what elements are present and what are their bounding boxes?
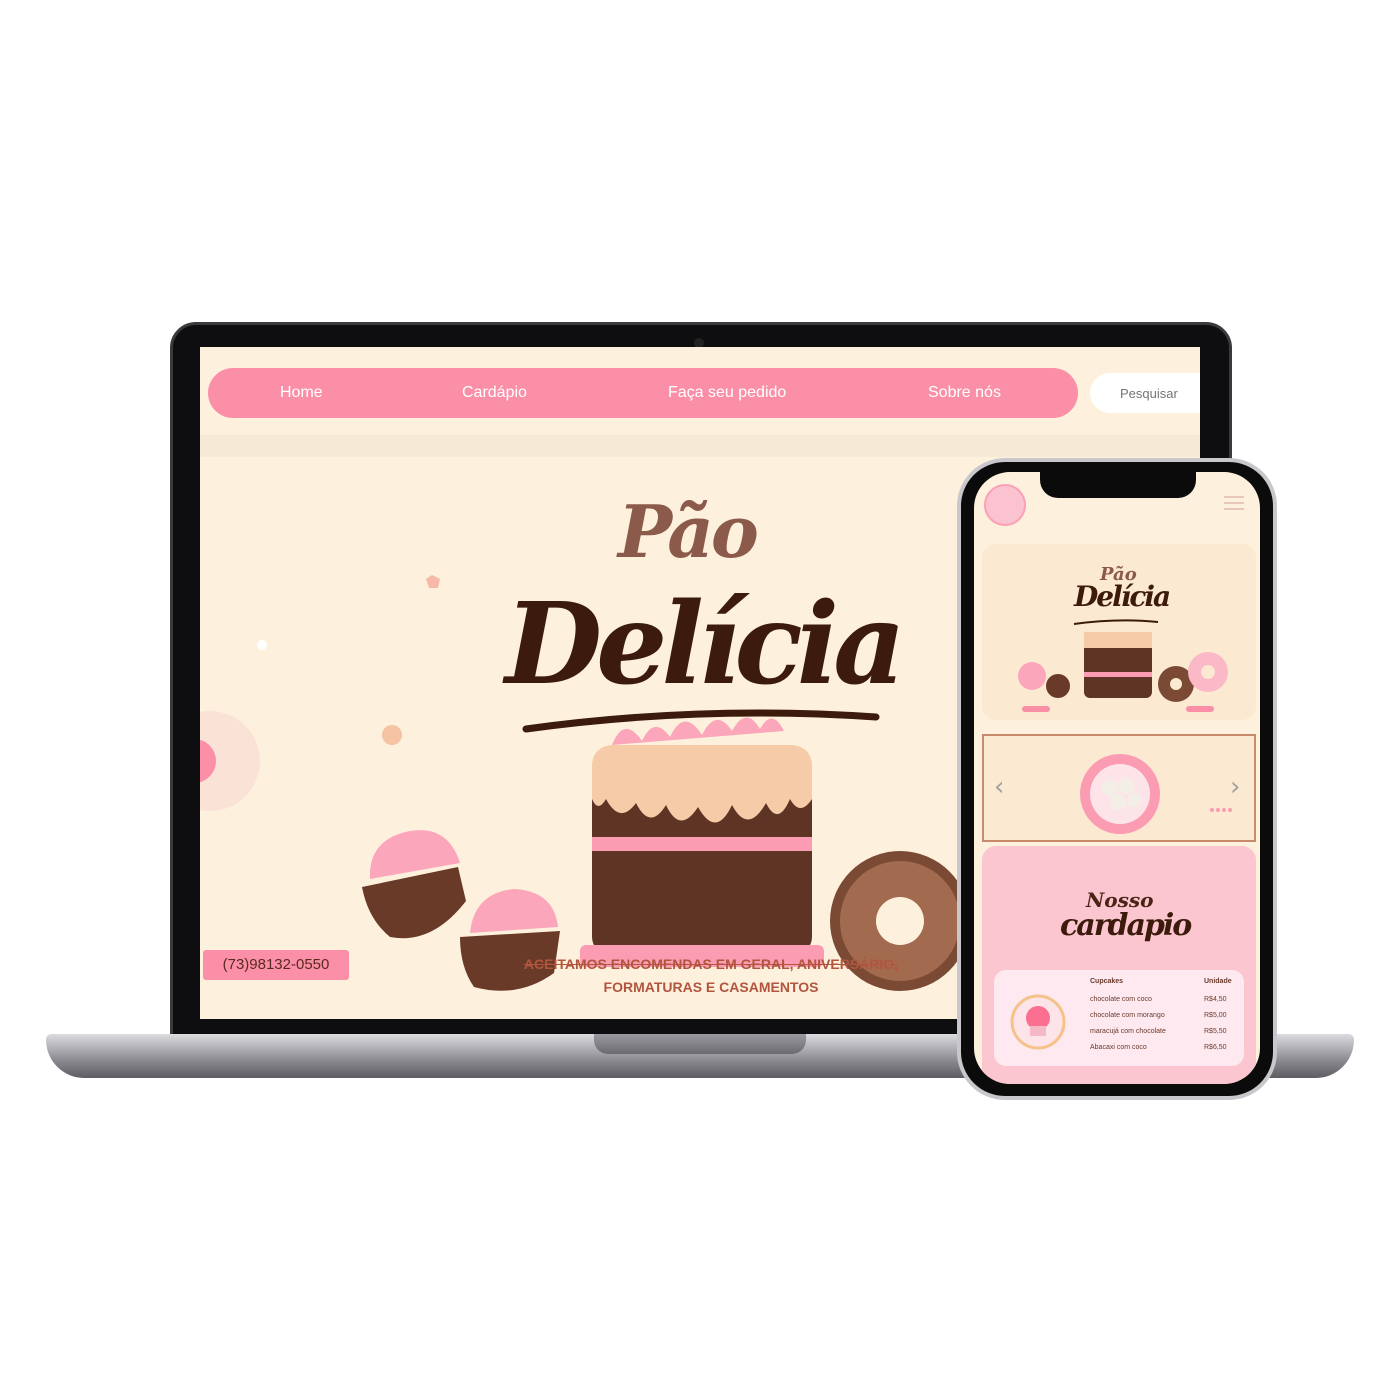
menu-item-name: Abacaxi com coco (1090, 1044, 1147, 1051)
menu-col-item: Cupcakes (1090, 978, 1124, 985)
cupcake-image (1010, 994, 1066, 1050)
logo-icon[interactable] (984, 484, 1026, 526)
menu-item-price: R$5,50 (1204, 1028, 1227, 1035)
phone-notch (1040, 472, 1196, 498)
menu-item-name: chocolate com morango (1090, 1012, 1165, 1019)
menu-title-cardapio: cardapio (1060, 908, 1192, 943)
menu-item-name: maracujá com chocolate (1090, 1028, 1166, 1035)
menu-item-price: R$5,00 (1204, 1012, 1227, 1019)
hamburger-menu-icon[interactable] (1224, 496, 1244, 510)
menu-item-price: R$6,50 (1204, 1044, 1227, 1051)
mobile-carousel[interactable]: ‹ › (982, 734, 1256, 842)
phone-screen: Pão Delícia ‹ › Nosso cardapio Cupcakes … (974, 472, 1260, 1084)
menu-card: Cupcakes Unidade chocolate com coco R$4,… (994, 970, 1244, 1066)
carousel-image (1080, 754, 1232, 834)
mobile-menu-section: Nosso cardapio Cupcakes Unidade chocolat… (982, 846, 1256, 1084)
hero-tagline-line1: ACEITAMOS ENCOMENDAS EM GERAL, ANIVERSÁR… (523, 956, 899, 972)
hero-tagline-line2: FORMATURAS E CASAMENTOS (603, 979, 819, 995)
menu-item-price: R$4,50 (1204, 996, 1227, 1003)
menu-col-price: Unidade (1204, 978, 1232, 985)
menu-item-name: chocolate com coco (1090, 996, 1152, 1003)
phone-number-button[interactable]: (73)98132-0550 (203, 950, 349, 980)
laptop-hinge-notch (594, 1034, 806, 1054)
mobile-hero: Pão Delícia (982, 544, 1256, 720)
mobile-cake-illustration (1018, 619, 1228, 712)
